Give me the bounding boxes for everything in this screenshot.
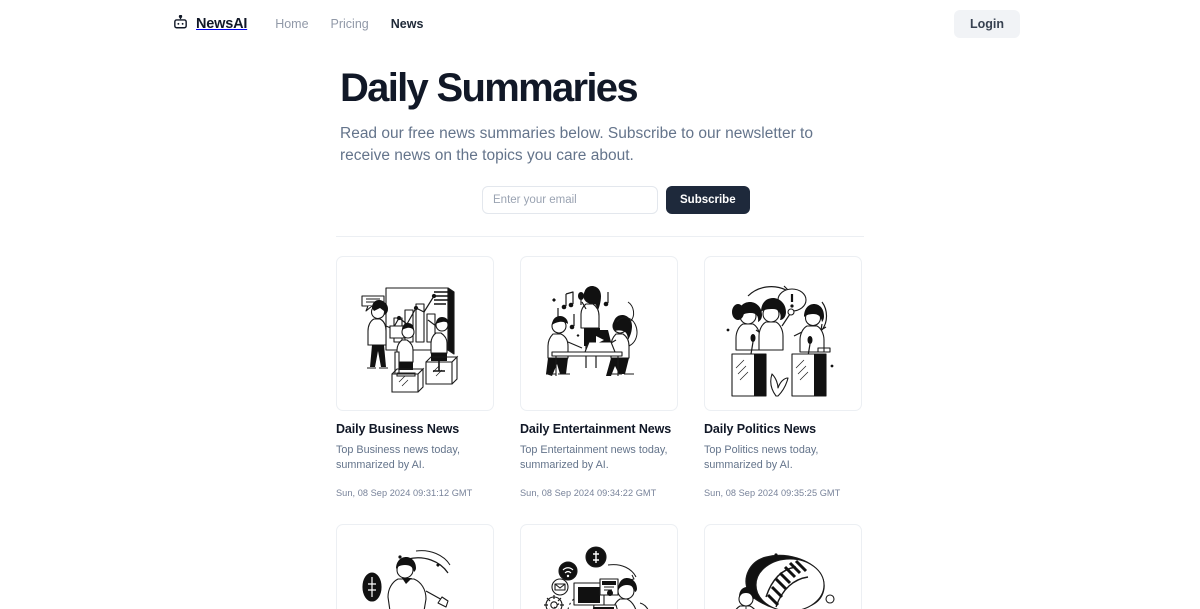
- brand-logo-link[interactable]: NewsAI: [172, 14, 248, 32]
- subscribe-form: Subscribe: [340, 186, 864, 214]
- section-divider: [336, 236, 864, 237]
- subscribe-button[interactable]: Subscribe: [666, 186, 750, 214]
- card-description: Top Entertainment news today, summarized…: [520, 444, 668, 472]
- card-thumbnail: [704, 523, 862, 609]
- summary-card[interactable]: [704, 523, 862, 609]
- brand-name: NewsAI: [196, 15, 248, 32]
- nav-link-news[interactable]: News: [391, 17, 424, 31]
- page-subtitle: Read our free news summaries below. Subs…: [340, 125, 813, 164]
- summary-card[interactable]: Daily Entertainment News Top Entertainme…: [520, 256, 678, 498]
- technology-workspace-illustration: [544, 546, 649, 609]
- card-thumbnail: [520, 523, 678, 609]
- business-presentation-illustration: [361, 286, 459, 393]
- page-title: Daily Summaries: [340, 66, 639, 110]
- top-navbar: NewsAI Home Pricing News Login: [0, 0, 1200, 47]
- card-description: Top Business news today, summarized by A…: [336, 444, 461, 472]
- nav-link-home[interactable]: Home: [275, 17, 308, 31]
- card-description: Top Politics news today, summarized by A…: [704, 444, 819, 472]
- login-button[interactable]: Login: [953, 9, 1020, 38]
- card-date: Sun, 08 Sep 2024 09:35:25 GMT: [704, 487, 841, 498]
- summary-card[interactable]: Daily Business News Top Business news to…: [336, 256, 494, 498]
- summary-card[interactable]: Daily Politics News Top Politics news to…: [704, 256, 862, 498]
- card-title: Daily Entertainment News: [520, 422, 672, 436]
- entertainment-music-illustration: [546, 285, 638, 376]
- card-title: Daily Politics News: [704, 422, 817, 436]
- card-thumbnail: [520, 256, 678, 411]
- summaries-grid: Daily Business News Top Business news to…: [336, 256, 864, 609]
- nav-links: Home Pricing News: [275, 17, 423, 31]
- sports-player-illustration: [362, 550, 451, 609]
- nav-link-pricing[interactable]: Pricing: [331, 17, 369, 31]
- summary-card[interactable]: [520, 523, 678, 609]
- card-thumbnail: [336, 256, 494, 411]
- card-thumbnail: [336, 523, 494, 609]
- robot-icon: [172, 14, 189, 32]
- card-date: Sun, 08 Sep 2024 09:31:12 GMT: [336, 487, 473, 498]
- card-title: Daily Business News: [336, 422, 460, 436]
- science-dna-lab-illustration: [735, 553, 835, 609]
- politics-debate-illustration: [726, 285, 834, 397]
- email-input[interactable]: [482, 186, 658, 214]
- card-date: Sun, 08 Sep 2024 09:34:22 GMT: [520, 487, 657, 498]
- card-thumbnail: [704, 256, 862, 411]
- subscribe-section: Subscribe: [336, 186, 864, 214]
- page-content: Daily Summaries Read our free news summa…: [336, 65, 864, 167]
- summary-card[interactable]: [336, 523, 494, 609]
